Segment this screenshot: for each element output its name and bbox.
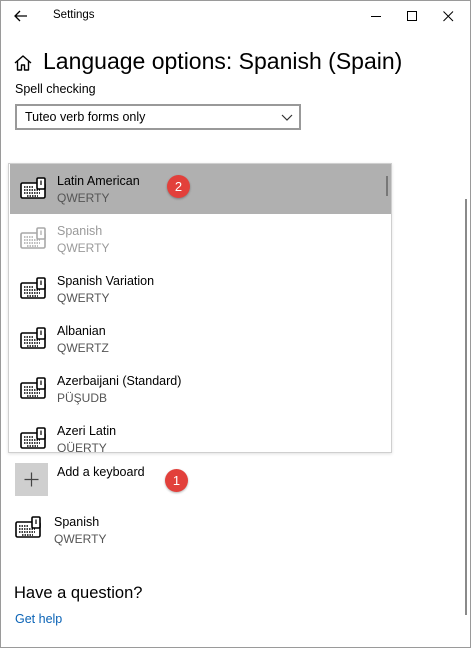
maximize-button[interactable]	[395, 1, 429, 31]
help-heading: Have a question?	[14, 584, 143, 602]
keyboard-option-azerbaijani-standard[interactable]: Azerbaijani (Standard) PÜŞUDB	[10, 364, 391, 414]
keyboard-icon	[20, 177, 46, 199]
add-keyboard-label[interactable]: Add a keyboard	[57, 465, 145, 479]
home-icon[interactable]	[13, 53, 33, 73]
keyboard-option-latin-american[interactable]: Latin American QWERTY	[10, 164, 391, 214]
window-title: Settings	[53, 9, 95, 21]
keyboard-icon	[20, 427, 46, 449]
annotation-badge-1: 1	[165, 469, 188, 492]
keyboard-icon	[20, 377, 46, 399]
keyboard-option-layout: QÜERTY	[57, 441, 107, 453]
chevron-down-icon	[281, 114, 293, 121]
dropdown-selected-value: Tuteo verb forms only	[25, 110, 146, 124]
keyboard-option-layout: QWERTY	[57, 241, 110, 255]
settings-window: Settings Language options: Spanish (Spai…	[0, 0, 471, 648]
minimize-icon	[370, 15, 381, 17]
keyboard-picker-list[interactable]: Latin American QWERTY Spanish QWERTY Spa…	[8, 163, 392, 453]
title-bar: Settings	[1, 1, 470, 31]
keyboard-option-name: Albanian	[57, 324, 106, 338]
annotation-badge-2: 2	[167, 175, 190, 198]
keyboard-icon	[20, 227, 46, 249]
close-button[interactable]	[431, 1, 465, 31]
plus-icon	[24, 472, 39, 487]
keyboard-option-name: Latin American	[57, 174, 140, 188]
keyboard-icon	[20, 327, 46, 349]
keyboard-icon	[15, 516, 41, 538]
list-scrollbar[interactable]	[386, 176, 388, 196]
keyboard-option-layout: QWERTY	[57, 191, 110, 205]
page-title: Language options: Spanish (Spain)	[43, 48, 403, 74]
maximize-icon	[406, 10, 417, 21]
minimize-button[interactable]	[359, 1, 393, 31]
keyboard-option-albanian[interactable]: Albanian QWERTZ	[10, 314, 391, 364]
back-button[interactable]	[7, 4, 35, 28]
keyboard-option-name: Azerbaijani (Standard)	[57, 374, 182, 388]
keyboard-option-azeri-latin[interactable]: Azeri Latin QÜERTY	[10, 414, 391, 453]
close-icon	[442, 10, 453, 21]
add-keyboard-button[interactable]	[15, 463, 48, 496]
page-scrollbar[interactable]	[465, 199, 467, 615]
installed-keyboard-layout: QWERTY	[54, 532, 107, 546]
spell-checking-label: Spell checking	[15, 82, 96, 96]
keyboard-icon	[20, 277, 46, 299]
keyboard-option-layout: QWERTZ	[57, 341, 109, 355]
keyboard-option-layout: QWERTY	[57, 291, 110, 305]
get-help-link[interactable]: Get help	[15, 612, 62, 626]
keyboard-option-name: Spanish Variation	[57, 274, 155, 288]
keyboard-option-name: Azeri Latin	[57, 424, 117, 438]
back-arrow-icon	[14, 10, 27, 22]
keyboard-option-layout: PÜŞUDB	[57, 391, 108, 405]
installed-keyboard-name[interactable]: Spanish	[54, 515, 99, 529]
keyboard-option-spanish-variation[interactable]: Spanish Variation QWERTY	[10, 264, 391, 314]
keyboard-option-name: Spanish	[57, 224, 103, 238]
spell-checking-dropdown[interactable]: Tuteo verb forms only	[15, 104, 301, 130]
keyboard-option-spanish: Spanish QWERTY	[10, 214, 391, 264]
